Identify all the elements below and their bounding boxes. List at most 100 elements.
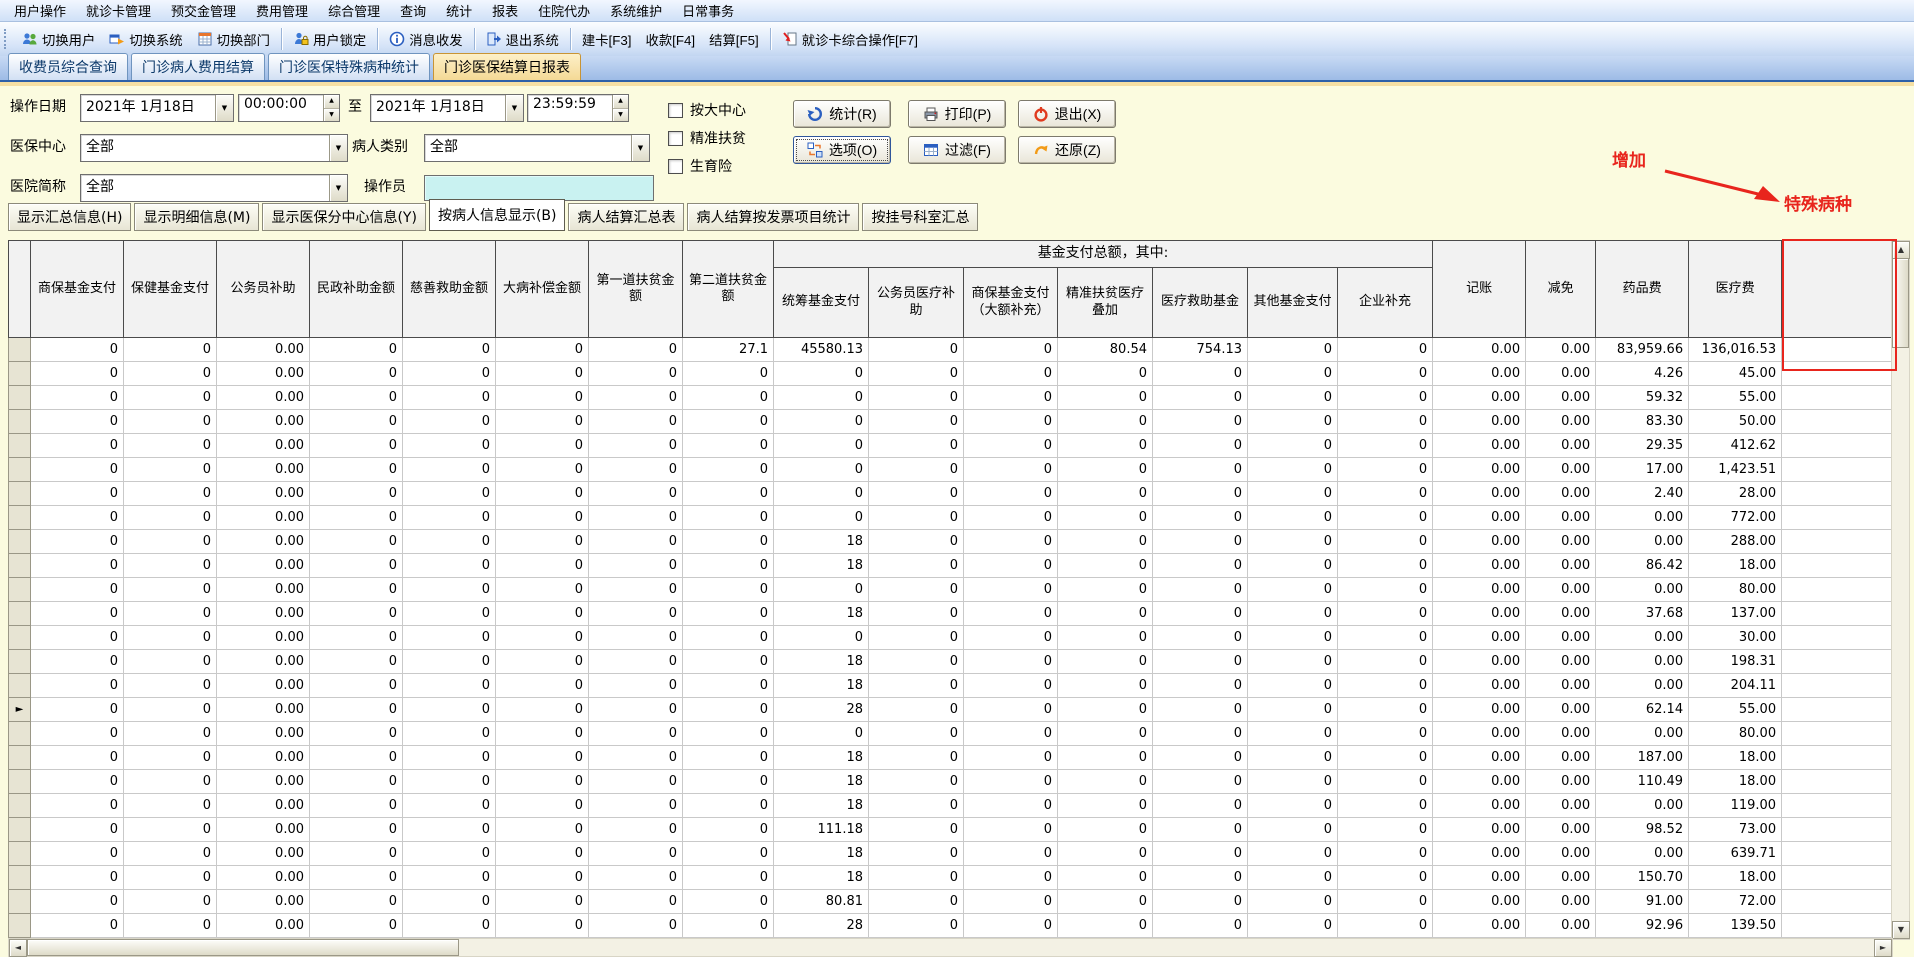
button-打印(P)[interactable]: 打印(P) — [908, 100, 1006, 128]
subtab-病人结算按发票项目统计[interactable]: 病人结算按发票项目统计 — [687, 203, 860, 231]
row-marker-cell[interactable] — [8, 553, 31, 578]
checkbox-box[interactable] — [668, 158, 683, 174]
tab-门诊病人费用结算[interactable]: 门诊病人费用结算 — [131, 53, 265, 80]
row-marker-cell[interactable] — [8, 745, 31, 770]
row-marker-cell[interactable] — [8, 505, 31, 530]
row-marker-cell[interactable] — [8, 529, 31, 554]
spin-buttons[interactable]: ▲ ▼ — [323, 95, 339, 121]
button-选项(O)[interactable]: 选项(O) — [793, 136, 891, 164]
spin-down-icon[interactable]: ▼ — [613, 108, 628, 121]
table-row[interactable]: 0 0 0.00 0 0 0 0 0 18 0 0 0 0 0 0 0.00 0.00 37.68 137.00 — [8, 601, 1893, 626]
menu-item-系统维护[interactable]: 系统维护 — [600, 0, 672, 22]
row-marker-cell[interactable] — [8, 793, 31, 818]
scrollbar-track[interactable] — [459, 939, 1874, 956]
checkbox-生育险[interactable]: 生育险 — [668, 152, 746, 180]
menu-item-报表[interactable]: 报表 — [482, 0, 528, 22]
button-还原(Z)[interactable]: 还原(Z) — [1018, 136, 1116, 164]
table-row[interactable]: 0 0 0.00 0 0 0 0 0 18 0 0 0 0 0 0 0.00 0.00 0.00 639.71 — [8, 841, 1893, 866]
table-row[interactable]: 0 0 0.00 0 0 0 0 0 18 0 0 0 0 0 0 0.00 0.00 0.00 198.31 — [8, 649, 1893, 674]
toolbar-button-退出系统[interactable]: 退出系统 — [479, 25, 566, 54]
column-header-special-disease-empty[interactable] — [1781, 240, 1893, 338]
row-marker-cell[interactable] — [8, 721, 31, 746]
column-header-民政补助金额[interactable]: 民政补助金额 — [309, 240, 403, 338]
toolbar-button-建卡[F3][interactable]: 建卡[F3] — [575, 25, 639, 54]
row-marker-cell[interactable] — [8, 385, 31, 410]
table-row[interactable]: 0 0 0.00 0 0 0 0 0 18 0 0 0 0 0 0 0.00 0.00 0.00 204.11 — [8, 673, 1893, 698]
menu-item-日常事务[interactable]: 日常事务 — [672, 0, 744, 22]
menu-item-住院代办[interactable]: 住院代办 — [528, 0, 600, 22]
column-header-商保基金支付（大额补充）[interactable]: 商保基金支付（大额补充） — [963, 267, 1058, 338]
subtab-显示汇总信息(H)[interactable]: 显示汇总信息(H) — [8, 203, 132, 231]
menu-item-查询[interactable]: 查询 — [390, 0, 436, 22]
row-marker-cell[interactable] — [8, 601, 31, 626]
row-marker-cell[interactable] — [8, 889, 31, 914]
scroll-right-icon[interactable]: ► — [1874, 939, 1892, 957]
column-header-商保基金支付[interactable]: 商保基金支付 — [30, 240, 124, 338]
table-row[interactable]: 0 0 0.00 0 0 0 0 0 18 0 0 0 0 0 0 0.00 0.00 110.49 18.00 — [8, 769, 1893, 794]
row-marker-cell[interactable]: ► — [8, 697, 31, 722]
column-header-保健基金支付[interactable]: 保健基金支付 — [123, 240, 217, 338]
spin-up-icon[interactable]: ▲ — [613, 95, 628, 109]
dropdown-icon[interactable]: ▼ — [631, 135, 649, 161]
row-marker-cell[interactable] — [8, 361, 31, 386]
column-header-医疗费[interactable]: 医疗费 — [1688, 240, 1783, 338]
toolbar-button-就诊卡综合操作[F7][interactable]: 就诊卡综合操作[F7] — [775, 25, 925, 54]
dropdown-icon[interactable]: ▼ — [505, 95, 523, 121]
scroll-left-icon[interactable]: ◄ — [9, 939, 27, 957]
row-marker-cell[interactable] — [8, 457, 31, 482]
toolbar-button-收款[F4][interactable]: 收款[F4] — [639, 25, 703, 54]
column-header-公务员医疗补助[interactable]: 公务员医疗补助 — [868, 267, 964, 338]
column-header-记账[interactable]: 记账 — [1432, 240, 1527, 338]
row-marker-cell[interactable] — [8, 649, 31, 674]
column-header-企业补充[interactable]: 企业补充 — [1336, 267, 1434, 338]
spin-up-icon[interactable]: ▲ — [324, 95, 339, 109]
table-row[interactable]: ► 0 0 0.00 0 0 0 0 0 28 0 0 0 0 0 0 0.00 0.00 62.14 55.00 — [8, 697, 1893, 722]
table-row[interactable]: 0 0 0.00 0 0 0 0 0 80.81 0 0 0 0 0 0 0.00 0.00 91.00 72.00 — [8, 889, 1893, 914]
row-marker-cell[interactable] — [8, 337, 31, 362]
row-marker-cell[interactable] — [8, 865, 31, 890]
toolbar-grip[interactable] — [4, 29, 9, 49]
horizontal-scrollbar[interactable]: ◄ ► — [8, 938, 1893, 957]
insurance-center-select[interactable]: 全部 ▼ — [80, 134, 348, 162]
vertical-scrollbar-thumb[interactable] — [1892, 258, 1909, 348]
table-row[interactable]: 0 0 0.00 0 0 0 0 0 0 0 0 0 0 0 0 0.00 0.00 4.26 45.00 — [8, 361, 1893, 386]
table-row[interactable]: 0 0 0.00 0 0 0 0 0 18 0 0 0 0 0 0 0.00 0.00 0.00 288.00 — [8, 529, 1893, 554]
tab-门诊医保结算日报表[interactable]: 门诊医保结算日报表 — [433, 53, 581, 80]
menu-item-预交金管理[interactable]: 预交金管理 — [161, 0, 246, 22]
checkbox-按大中心[interactable]: 按大中心 — [668, 96, 746, 124]
table-row[interactable]: 0 0 0.00 0 0 0 0 0 0 0 0 0 0 0 0 0.00 0.00 29.35 412.62 — [8, 433, 1893, 458]
table-row[interactable]: 0 0 0.00 0 0 0 0 0 0 0 0 0 0 0 0 0.00 0.00 83.30 50.00 — [8, 409, 1893, 434]
column-header-大病补偿金额[interactable]: 大病补偿金额 — [495, 240, 589, 338]
toolbar-button-结算[F5][interactable]: 结算[F5] — [702, 25, 766, 54]
row-marker-cell[interactable] — [8, 433, 31, 458]
subtab-显示医保分中心信息(Y)[interactable]: 显示医保分中心信息(Y) — [262, 203, 426, 231]
menu-item-综合管理[interactable]: 综合管理 — [318, 0, 390, 22]
row-marker-cell[interactable] — [8, 625, 31, 650]
column-header-医疗救助基金[interactable]: 医疗救助基金 — [1152, 267, 1248, 338]
toolbar-button-切换系统[interactable]: 切换系统 — [102, 25, 189, 54]
table-row[interactable]: 0 0 0.00 0 0 0 0 0 0 0 0 0 0 0 0 0.00 0.00 0.00 80.00 — [8, 721, 1893, 746]
table-row[interactable]: 0 0 0.00 0 0 0 0 0 0 0 0 0 0 0 0 0.00 0.00 0.00 80.00 — [8, 577, 1893, 602]
row-marker-cell[interactable] — [8, 409, 31, 434]
spin-down-icon[interactable]: ▼ — [324, 108, 339, 121]
tab-收费员综合查询[interactable]: 收费员综合查询 — [8, 53, 128, 80]
table-row[interactable]: 0 0 0.00 0 0 0 0 27.1 45580.13 0 0 80.54 754.13 0 0 0.0… — [8, 337, 1893, 362]
spin-buttons[interactable]: ▲ ▼ — [612, 95, 628, 121]
toolbar-button-切换部门[interactable]: 切换部门 — [190, 25, 277, 54]
subtab-按病人信息显示(B)[interactable]: 按病人信息显示(B) — [428, 199, 566, 231]
toolbar-button-用户锁定[interactable]: 用户锁定 — [286, 25, 373, 54]
horizontal-scrollbar-thumb[interactable] — [27, 939, 459, 956]
table-row[interactable]: 0 0 0.00 0 0 0 0 0 0 0 0 0 0 0 0 0.00 0.00 2.40 28.00 — [8, 481, 1893, 506]
toolbar-button-切换用户[interactable]: 切换用户 — [15, 25, 102, 54]
operator-input[interactable] — [424, 175, 654, 201]
time-to-spinner[interactable]: 23:59:59 ▲ ▼ — [527, 94, 629, 122]
row-marker-cell[interactable] — [8, 913, 31, 938]
toolbar-button-消息收发[interactable]: 消息收发 — [382, 25, 469, 54]
date-to-picker[interactable]: 2021年 1月18日 ▼ — [370, 94, 524, 122]
patient-type-select[interactable]: 全部 ▼ — [424, 134, 650, 162]
scroll-up-icon[interactable]: ▲ — [1892, 241, 1910, 259]
vertical-scrollbar[interactable]: ▲ ▼ — [1891, 240, 1910, 940]
table-row[interactable]: 0 0 0.00 0 0 0 0 0 0 0 0 0 0 0 0 0.00 0.00 0.00 30.00 — [8, 625, 1893, 650]
row-marker-cell[interactable] — [8, 577, 31, 602]
menu-item-费用管理[interactable]: 费用管理 — [246, 0, 318, 22]
